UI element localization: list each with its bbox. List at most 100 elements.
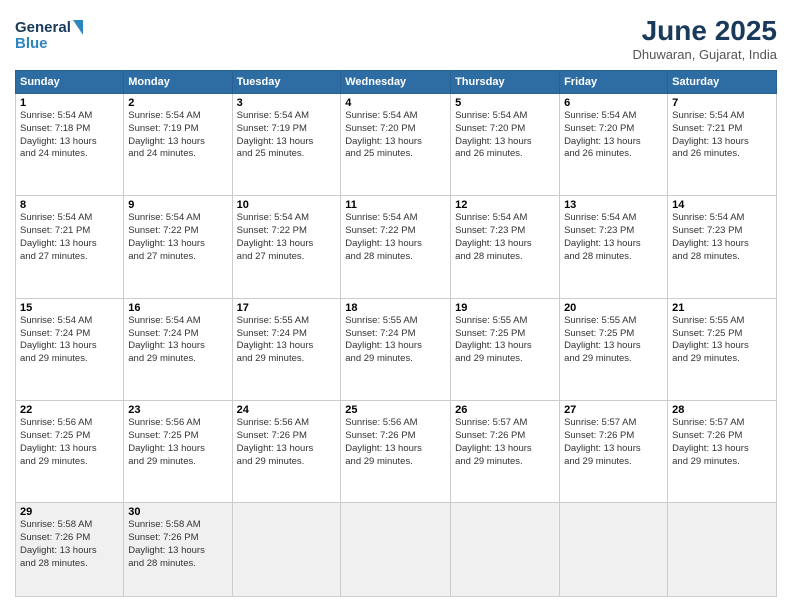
calendar-cell: 21Sunrise: 5:55 AM Sunset: 7:25 PM Dayli… <box>668 298 777 400</box>
calendar-cell: 23Sunrise: 5:56 AM Sunset: 7:25 PM Dayli… <box>124 401 232 503</box>
calendar-cell: 8Sunrise: 5:54 AM Sunset: 7:21 PM Daylig… <box>16 196 124 298</box>
day-info: Sunrise: 5:55 AM Sunset: 7:24 PM Dayligh… <box>345 315 446 366</box>
calendar-cell: 14Sunrise: 5:54 AM Sunset: 7:23 PM Dayli… <box>668 196 777 298</box>
day-info: Sunrise: 5:54 AM Sunset: 7:23 PM Dayligh… <box>455 212 555 263</box>
day-info: Sunrise: 5:54 AM Sunset: 7:20 PM Dayligh… <box>455 110 555 161</box>
week-row-3: 15Sunrise: 5:54 AM Sunset: 7:24 PM Dayli… <box>16 298 777 400</box>
day-number: 4 <box>345 97 446 109</box>
day-info: Sunrise: 5:58 AM Sunset: 7:26 PM Dayligh… <box>128 519 227 570</box>
day-number: 8 <box>20 199 119 211</box>
calendar-cell: 3Sunrise: 5:54 AM Sunset: 7:19 PM Daylig… <box>232 94 341 196</box>
week-row-1: 1Sunrise: 5:54 AM Sunset: 7:18 PM Daylig… <box>16 94 777 196</box>
day-number: 22 <box>20 404 119 416</box>
calendar-cell <box>668 503 777 597</box>
day-number: 10 <box>237 199 337 211</box>
day-info: Sunrise: 5:54 AM Sunset: 7:22 PM Dayligh… <box>128 212 227 263</box>
day-number: 29 <box>20 506 119 518</box>
calendar-cell: 12Sunrise: 5:54 AM Sunset: 7:23 PM Dayli… <box>451 196 560 298</box>
day-number: 19 <box>455 302 555 314</box>
day-info: Sunrise: 5:56 AM Sunset: 7:26 PM Dayligh… <box>237 417 337 468</box>
calendar-cell: 16Sunrise: 5:54 AM Sunset: 7:24 PM Dayli… <box>124 298 232 400</box>
calendar-cell: 1Sunrise: 5:54 AM Sunset: 7:18 PM Daylig… <box>16 94 124 196</box>
day-number: 21 <box>672 302 772 314</box>
day-number: 3 <box>237 97 337 109</box>
day-number: 15 <box>20 302 119 314</box>
title-area: June 2025 Dhuwaran, Gujarat, India <box>632 15 777 62</box>
col-monday: Monday <box>124 71 232 94</box>
day-info: Sunrise: 5:55 AM Sunset: 7:25 PM Dayligh… <box>455 315 555 366</box>
calendar-cell <box>341 503 451 597</box>
day-info: Sunrise: 5:54 AM Sunset: 7:21 PM Dayligh… <box>672 110 772 161</box>
day-number: 20 <box>564 302 663 314</box>
location: Dhuwaran, Gujarat, India <box>632 47 777 62</box>
calendar-cell: 2Sunrise: 5:54 AM Sunset: 7:19 PM Daylig… <box>124 94 232 196</box>
calendar-cell: 30Sunrise: 5:58 AM Sunset: 7:26 PM Dayli… <box>124 503 232 597</box>
calendar-cell: 10Sunrise: 5:54 AM Sunset: 7:22 PM Dayli… <box>232 196 341 298</box>
day-info: Sunrise: 5:58 AM Sunset: 7:26 PM Dayligh… <box>20 519 119 570</box>
calendar-cell: 17Sunrise: 5:55 AM Sunset: 7:24 PM Dayli… <box>232 298 341 400</box>
calendar-cell: 6Sunrise: 5:54 AM Sunset: 7:20 PM Daylig… <box>560 94 668 196</box>
day-info: Sunrise: 5:54 AM Sunset: 7:19 PM Dayligh… <box>128 110 227 161</box>
svg-text:Blue: Blue <box>15 35 48 52</box>
calendar-cell <box>560 503 668 597</box>
day-info: Sunrise: 5:54 AM Sunset: 7:23 PM Dayligh… <box>672 212 772 263</box>
calendar-cell: 25Sunrise: 5:56 AM Sunset: 7:26 PM Dayli… <box>341 401 451 503</box>
svg-text:General: General <box>15 19 71 36</box>
day-info: Sunrise: 5:54 AM Sunset: 7:22 PM Dayligh… <box>345 212 446 263</box>
calendar-cell: 11Sunrise: 5:54 AM Sunset: 7:22 PM Dayli… <box>341 196 451 298</box>
calendar-cell: 13Sunrise: 5:54 AM Sunset: 7:23 PM Dayli… <box>560 196 668 298</box>
day-info: Sunrise: 5:57 AM Sunset: 7:26 PM Dayligh… <box>455 417 555 468</box>
day-info: Sunrise: 5:55 AM Sunset: 7:25 PM Dayligh… <box>672 315 772 366</box>
day-number: 12 <box>455 199 555 211</box>
day-info: Sunrise: 5:56 AM Sunset: 7:26 PM Dayligh… <box>345 417 446 468</box>
calendar-cell: 9Sunrise: 5:54 AM Sunset: 7:22 PM Daylig… <box>124 196 232 298</box>
day-number: 17 <box>237 302 337 314</box>
calendar-cell <box>232 503 341 597</box>
calendar-cell: 27Sunrise: 5:57 AM Sunset: 7:26 PM Dayli… <box>560 401 668 503</box>
day-info: Sunrise: 5:57 AM Sunset: 7:26 PM Dayligh… <box>672 417 772 468</box>
day-number: 14 <box>672 199 772 211</box>
col-sunday: Sunday <box>16 71 124 94</box>
calendar-cell: 20Sunrise: 5:55 AM Sunset: 7:25 PM Dayli… <box>560 298 668 400</box>
day-number: 6 <box>564 97 663 109</box>
day-info: Sunrise: 5:55 AM Sunset: 7:24 PM Dayligh… <box>237 315 337 366</box>
col-thursday: Thursday <box>451 71 560 94</box>
day-number: 18 <box>345 302 446 314</box>
calendar-cell <box>451 503 560 597</box>
header-row: Sunday Monday Tuesday Wednesday Thursday… <box>16 71 777 94</box>
day-info: Sunrise: 5:54 AM Sunset: 7:24 PM Dayligh… <box>20 315 119 366</box>
calendar-cell: 28Sunrise: 5:57 AM Sunset: 7:26 PM Dayli… <box>668 401 777 503</box>
day-number: 16 <box>128 302 227 314</box>
calendar-cell: 29Sunrise: 5:58 AM Sunset: 7:26 PM Dayli… <box>16 503 124 597</box>
day-number: 9 <box>128 199 227 211</box>
calendar-cell: 19Sunrise: 5:55 AM Sunset: 7:25 PM Dayli… <box>451 298 560 400</box>
day-number: 11 <box>345 199 446 211</box>
day-number: 28 <box>672 404 772 416</box>
day-info: Sunrise: 5:54 AM Sunset: 7:21 PM Dayligh… <box>20 212 119 263</box>
day-info: Sunrise: 5:54 AM Sunset: 7:24 PM Dayligh… <box>128 315 227 366</box>
day-number: 7 <box>672 97 772 109</box>
day-number: 30 <box>128 506 227 518</box>
week-row-2: 8Sunrise: 5:54 AM Sunset: 7:21 PM Daylig… <box>16 196 777 298</box>
calendar-cell: 5Sunrise: 5:54 AM Sunset: 7:20 PM Daylig… <box>451 94 560 196</box>
week-row-4: 22Sunrise: 5:56 AM Sunset: 7:25 PM Dayli… <box>16 401 777 503</box>
day-info: Sunrise: 5:54 AM Sunset: 7:18 PM Dayligh… <box>20 110 119 161</box>
calendar-cell: 4Sunrise: 5:54 AM Sunset: 7:20 PM Daylig… <box>341 94 451 196</box>
day-number: 13 <box>564 199 663 211</box>
day-info: Sunrise: 5:57 AM Sunset: 7:26 PM Dayligh… <box>564 417 663 468</box>
day-info: Sunrise: 5:55 AM Sunset: 7:25 PM Dayligh… <box>564 315 663 366</box>
week-row-5: 29Sunrise: 5:58 AM Sunset: 7:26 PM Dayli… <box>16 503 777 597</box>
calendar-cell: 7Sunrise: 5:54 AM Sunset: 7:21 PM Daylig… <box>668 94 777 196</box>
day-info: Sunrise: 5:54 AM Sunset: 7:22 PM Dayligh… <box>237 212 337 263</box>
day-info: Sunrise: 5:54 AM Sunset: 7:20 PM Dayligh… <box>345 110 446 161</box>
col-wednesday: Wednesday <box>341 71 451 94</box>
day-number: 2 <box>128 97 227 109</box>
day-info: Sunrise: 5:54 AM Sunset: 7:23 PM Dayligh… <box>564 212 663 263</box>
day-info: Sunrise: 5:54 AM Sunset: 7:20 PM Dayligh… <box>564 110 663 161</box>
col-saturday: Saturday <box>668 71 777 94</box>
day-number: 23 <box>128 404 227 416</box>
day-number: 25 <box>345 404 446 416</box>
calendar-cell: 15Sunrise: 5:54 AM Sunset: 7:24 PM Dayli… <box>16 298 124 400</box>
header: GeneralBlue June 2025 Dhuwaran, Gujarat,… <box>15 15 777 62</box>
col-tuesday: Tuesday <box>232 71 341 94</box>
